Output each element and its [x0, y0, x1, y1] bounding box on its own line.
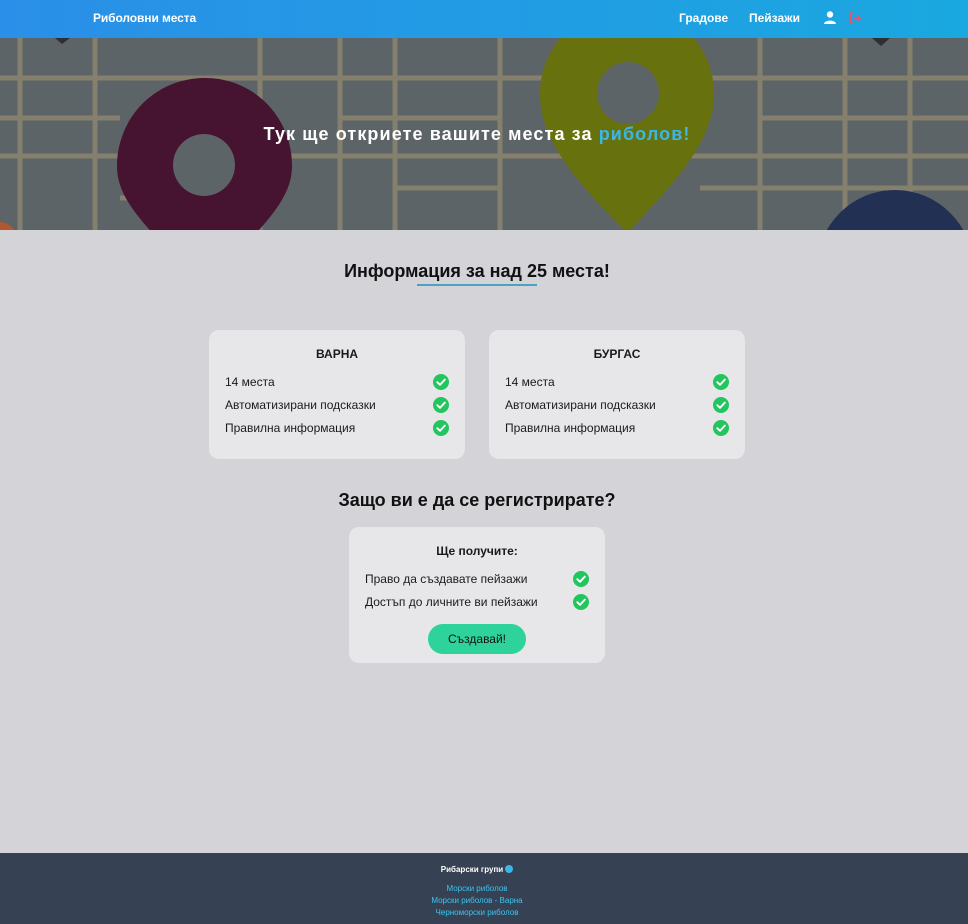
footer-link-black-sea-fishing[interactable]: Черноморски риболов [0, 908, 954, 917]
hero-title-accent: риболов! [598, 124, 691, 144]
footer-title-text: Рибарски групи [440, 865, 504, 874]
feature-row: Правилна информация [505, 419, 729, 437]
hero-banner: Тук ще откриете вашите места за риболов! [0, 38, 968, 230]
footer-link-sea-fishing[interactable]: Морски риболов [0, 884, 954, 893]
feature-row: Правилна информация [225, 419, 449, 437]
hero-title-main: Тук ще откриете вашите места за [263, 124, 599, 144]
benefit-row: Право да създавате пейзажи [365, 570, 589, 588]
user-icon[interactable] [823, 10, 837, 26]
footer: Рибарски групи Морски риболов Морски риб… [0, 853, 968, 924]
hero-title: Тук ще откриете вашите места за риболов! [0, 124, 954, 145]
feature-label: 14 места [225, 375, 275, 389]
feature-row: 14 места [505, 373, 729, 391]
card-title: ВАРНА [315, 347, 359, 361]
top-navbar: Риболовни места Градове Пейзажи [0, 0, 968, 38]
city-card-varna: ВАРНА 14 места Автоматизирани подсказки … [209, 330, 465, 459]
city-card-burgas: БУРГАС 14 места Автоматизирани подсказки… [489, 330, 745, 459]
footer-link-sea-fishing-varna[interactable]: Морски риболов - Варна [0, 896, 954, 905]
info-icon[interactable] [505, 865, 514, 873]
card-title: БУРГАС [593, 347, 641, 361]
feature-row: Автоматизирани подсказки [225, 396, 449, 414]
check-circle-icon [433, 397, 449, 413]
brand-logo-text[interactable]: Риболовни места [93, 11, 196, 25]
feature-label: Правилна информация [505, 421, 636, 435]
benefit-row: Достъп до личните ви пейзажи [365, 593, 589, 611]
benefit-label: Право да създавате пейзажи [365, 572, 528, 586]
benefit-label: Достъп до личните ви пейзажи [365, 595, 538, 609]
check-circle-icon [713, 374, 729, 390]
check-circle-icon [573, 571, 589, 587]
check-circle-icon [713, 420, 729, 436]
feature-label: 14 места [505, 375, 555, 389]
heading-underline [417, 284, 537, 286]
nav-link-landscapes[interactable]: Пейзажи [749, 11, 800, 25]
info-heading: Информация за над 25 места! [344, 261, 610, 281]
logout-icon[interactable] [848, 10, 864, 26]
check-circle-icon [433, 420, 449, 436]
nav-link-cities[interactable]: Градове [679, 11, 728, 25]
feature-label: Правилна информация [225, 421, 356, 435]
benefits-card: Ще получите: Право да създавате пейзажи … [349, 527, 605, 663]
check-circle-icon [433, 374, 449, 390]
feature-label: Автоматизирани подсказки [505, 398, 656, 412]
footer-title: Рибарски групи [0, 865, 954, 874]
feature-label: Автоматизирани подсказки [225, 398, 376, 412]
check-circle-icon [713, 397, 729, 413]
feature-row: 14 места [225, 373, 449, 391]
create-button[interactable]: Създавай! [428, 624, 526, 654]
feature-row: Автоматизирани подсказки [505, 396, 729, 414]
check-circle-icon [573, 594, 589, 610]
card-title: Ще получите: [436, 544, 518, 558]
why-register-heading: Защо ви е да се регистрирате? [338, 490, 616, 510]
